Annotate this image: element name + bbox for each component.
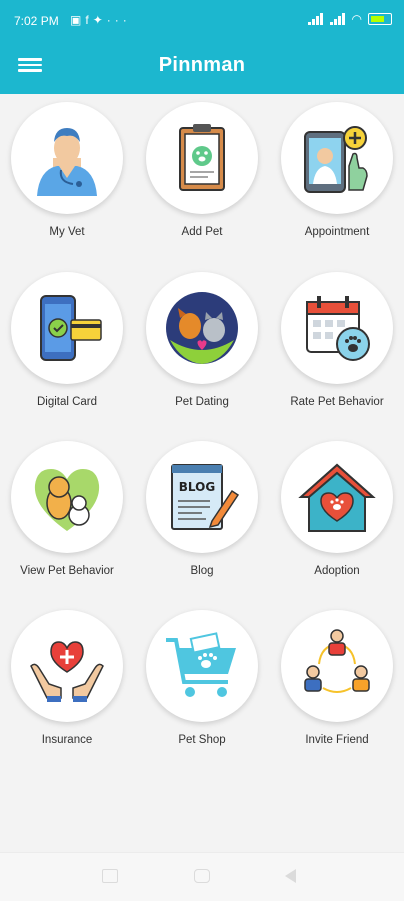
- calendar-paw-icon: [306, 296, 370, 361]
- wifi-icon: ◠: [351, 12, 362, 26]
- menu-item-my-vet[interactable]: My Vet: [0, 94, 134, 254]
- menu-item-blog[interactable]: BLOG Blog: [135, 433, 269, 593]
- menu-item-circle: [146, 610, 258, 722]
- vet-doctor-icon: [37, 128, 97, 196]
- signal-icon: [307, 13, 324, 25]
- system-nav-bar: [0, 852, 404, 901]
- menu-item-label: Appointment: [304, 226, 370, 238]
- menu-item-label: Adoption: [314, 565, 360, 577]
- menu-item-label: Digital Card: [36, 396, 98, 408]
- blog-pencil-icon: BLOG: [171, 464, 240, 530]
- menu-item-circle: [146, 102, 258, 214]
- svg-text:BLOG: BLOG: [179, 480, 215, 494]
- menu-item-label: Add Pet: [181, 226, 223, 238]
- clipboard-paw-icon: [179, 124, 225, 191]
- more-icon: ···: [106, 13, 131, 27]
- menu-item-adoption[interactable]: Adoption: [270, 433, 404, 593]
- recent-apps-icon[interactable]: [102, 869, 118, 883]
- menu-item-circle: [11, 610, 123, 722]
- menu-item-label: Invite Friend: [305, 734, 369, 746]
- menu-item-label: Blog: [190, 565, 214, 577]
- menu-item-view-pet-behavior[interactable]: View Pet Behavior: [0, 433, 134, 593]
- twitter-icon: ✦: [92, 13, 107, 27]
- menu-item-digital-card[interactable]: Digital Card: [0, 264, 134, 424]
- menu-item-label: Insurance: [41, 734, 93, 746]
- menu-item-pet-dating[interactable]: Pet Dating: [135, 264, 269, 424]
- menu-item-add-pet[interactable]: Add Pet: [135, 94, 269, 254]
- notification-icons: ▣f✦···: [70, 13, 131, 27]
- facebook-icon: f: [85, 13, 93, 27]
- house-paw-icon: [298, 463, 376, 532]
- status-time: 7:02 PM: [14, 14, 59, 28]
- invite-people-icon: [304, 629, 370, 693]
- home-icon[interactable]: [194, 869, 210, 883]
- menu-item-label: Pet Shop: [178, 734, 226, 746]
- app-bar: Pinnman: [0, 40, 404, 94]
- menu-item-circle: [281, 610, 393, 722]
- message-icon: ▣: [70, 13, 86, 27]
- signal-icon-2: [329, 13, 346, 25]
- menu-item-circle: BLOG: [146, 441, 258, 553]
- video-call-doctor-icon: [304, 126, 368, 193]
- menu-item-label: View Pet Behavior: [20, 565, 114, 577]
- back-icon[interactable]: [285, 869, 296, 883]
- dog-cat-heart-bg-icon: [34, 469, 100, 531]
- menu-item-circle: [11, 272, 123, 384]
- menu-item-circle: [11, 441, 123, 553]
- dog-cat-heart-icon: [166, 292, 238, 364]
- menu-item-label: Rate Pet Behavior: [290, 396, 384, 408]
- menu-item-circle: [146, 272, 258, 384]
- menu-item-circle: [281, 102, 393, 214]
- phone-card-icon: [40, 295, 102, 361]
- menu-item-pet-shop[interactable]: Pet Shop: [135, 602, 269, 762]
- menu-item-invite-friend[interactable]: Invite Friend: [270, 602, 404, 762]
- system-indicators: ◠: [307, 12, 392, 26]
- page-title: Pinnman: [158, 54, 246, 76]
- menu-item-rate-pet-behavior[interactable]: Rate Pet Behavior: [270, 264, 404, 424]
- battery-icon: [368, 13, 392, 25]
- menu-item-appointment[interactable]: Appointment: [270, 94, 404, 254]
- shopping-cart-paw-icon: [166, 632, 236, 697]
- menu-item-circle: [281, 272, 393, 384]
- menu-item-circle: [281, 441, 393, 553]
- menu-item-circle: [11, 102, 123, 214]
- status-bar: 7:02 PM ▣f✦··· ◠: [0, 0, 404, 40]
- menu-item-label: Pet Dating: [175, 396, 229, 408]
- menu-item-label: My Vet: [49, 226, 85, 238]
- menu-item-insurance[interactable]: Insurance: [0, 602, 134, 762]
- hands-heart-icon: [30, 641, 104, 702]
